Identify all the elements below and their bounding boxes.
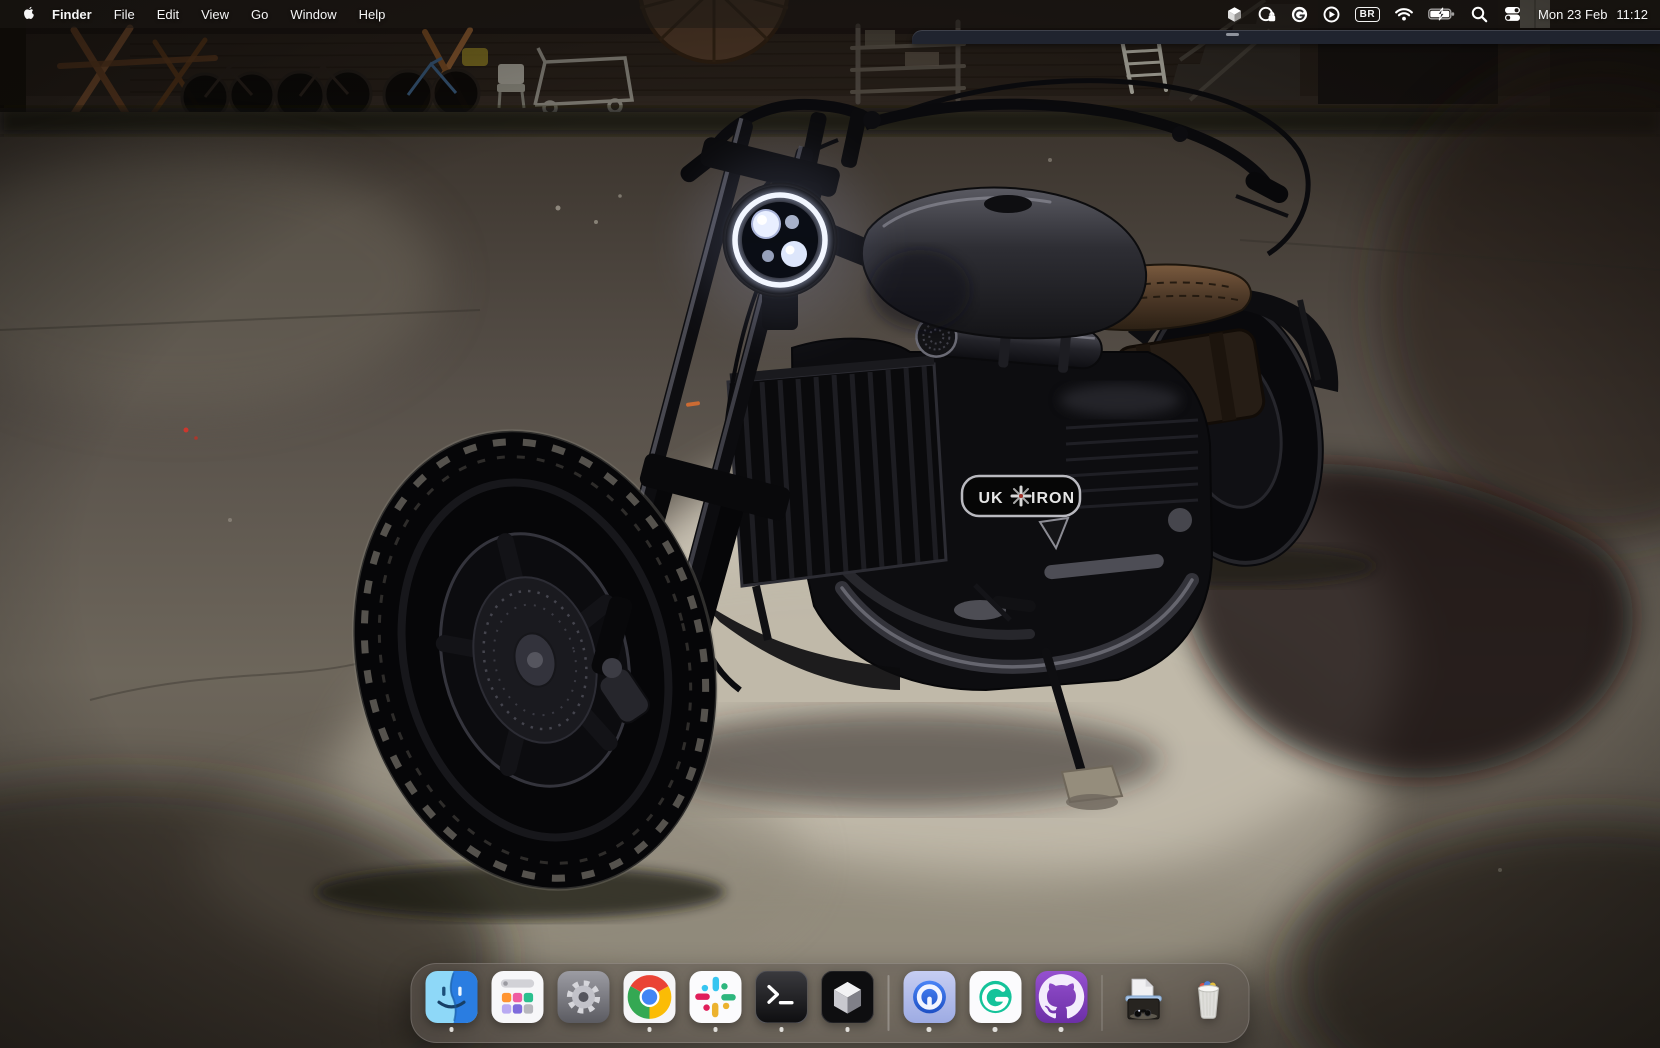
vignette — [0, 0, 1660, 1048]
cube-3d-icon — [822, 971, 874, 1023]
dock-item-trash[interactable] — [1183, 971, 1235, 1032]
dock-item-system-settings[interactable] — [558, 971, 610, 1032]
dock-item-github-desktop[interactable] — [1035, 971, 1087, 1032]
dock-item-apps[interactable] — [492, 971, 544, 1032]
menu-item-edit[interactable]: Edit — [146, 0, 190, 28]
running-indicator — [713, 1027, 718, 1032]
control-center-icon[interactable] — [1499, 0, 1526, 28]
battery-charging-icon[interactable] — [1424, 0, 1460, 28]
running-indicator — [927, 1027, 932, 1032]
downloads-stack-icon — [1117, 971, 1169, 1023]
settings-gear-icon — [558, 971, 610, 1023]
running-indicator — [647, 1027, 652, 1032]
running-indicator — [993, 1027, 998, 1032]
dock-item-chrome[interactable] — [624, 971, 676, 1032]
apple-logo-icon — [20, 5, 35, 23]
menu-item-view[interactable]: View — [190, 0, 240, 28]
apple-menu[interactable] — [14, 0, 41, 28]
running-indicator — [1059, 1027, 1064, 1032]
dock-item-downloads-stack[interactable] — [1117, 971, 1169, 1032]
grammarly-menu-icon[interactable] — [1287, 0, 1312, 28]
spotlight-search-icon[interactable] — [1467, 0, 1492, 28]
menu-item-file[interactable]: File — [103, 0, 146, 28]
terminal-icon — [756, 971, 808, 1023]
wifi-icon[interactable] — [1391, 0, 1417, 28]
window-drag-handle — [1226, 33, 1239, 36]
github-octocat-icon — [1035, 971, 1087, 1023]
dock-item-terminal[interactable] — [756, 971, 808, 1032]
dock-item-cube-3d-app[interactable] — [822, 971, 874, 1032]
dock-separator — [1101, 975, 1103, 1031]
menu-bar: Finder File Edit View Go Window Help — [0, 0, 1660, 28]
dock — [411, 963, 1250, 1043]
privacy-lock-icon[interactable] — [1254, 0, 1280, 28]
input-source-badge: BR — [1355, 7, 1380, 22]
menubar-time: 11:12 — [1616, 7, 1648, 22]
dock-item-1password[interactable] — [903, 971, 955, 1032]
dock-item-grammarly[interactable] — [969, 971, 1021, 1032]
menu-item-go[interactable]: Go — [240, 0, 279, 28]
grammarly-dock-icon — [969, 971, 1021, 1023]
menubar-clock[interactable]: Mon 23 Feb 11:12 — [1533, 7, 1648, 22]
menu-bar-status: BR — [1222, 0, 1660, 28]
menubar-date: Mon 23 Feb — [1538, 7, 1607, 22]
slack-icon — [690, 971, 742, 1023]
keyboard-input-source[interactable]: BR — [1351, 0, 1384, 28]
menu-item-finder[interactable]: Finder — [41, 0, 103, 28]
running-indicator — [779, 1027, 784, 1032]
background-window-edge[interactable] — [912, 30, 1660, 44]
menu-bar-left: Finder File Edit View Go Window Help — [0, 0, 396, 28]
cube-3d-menu-icon[interactable] — [1222, 0, 1247, 28]
finder-icon — [426, 971, 478, 1023]
menu-item-window[interactable]: Window — [279, 0, 347, 28]
menu-item-help[interactable]: Help — [348, 0, 397, 28]
dock-separator — [888, 975, 890, 1031]
chrome-icon — [624, 971, 676, 1023]
dock-item-finder[interactable] — [426, 971, 478, 1032]
trash-full-icon — [1183, 971, 1235, 1023]
desktop-wallpaper: UK IRON — [0, 0, 1660, 1048]
dock-item-slack[interactable] — [690, 971, 742, 1032]
running-indicator — [845, 1027, 850, 1032]
1password-icon — [903, 971, 955, 1023]
play-circle-icon[interactable] — [1319, 0, 1344, 28]
running-indicator — [449, 1027, 454, 1032]
apps-launchpad-icon — [492, 971, 544, 1023]
